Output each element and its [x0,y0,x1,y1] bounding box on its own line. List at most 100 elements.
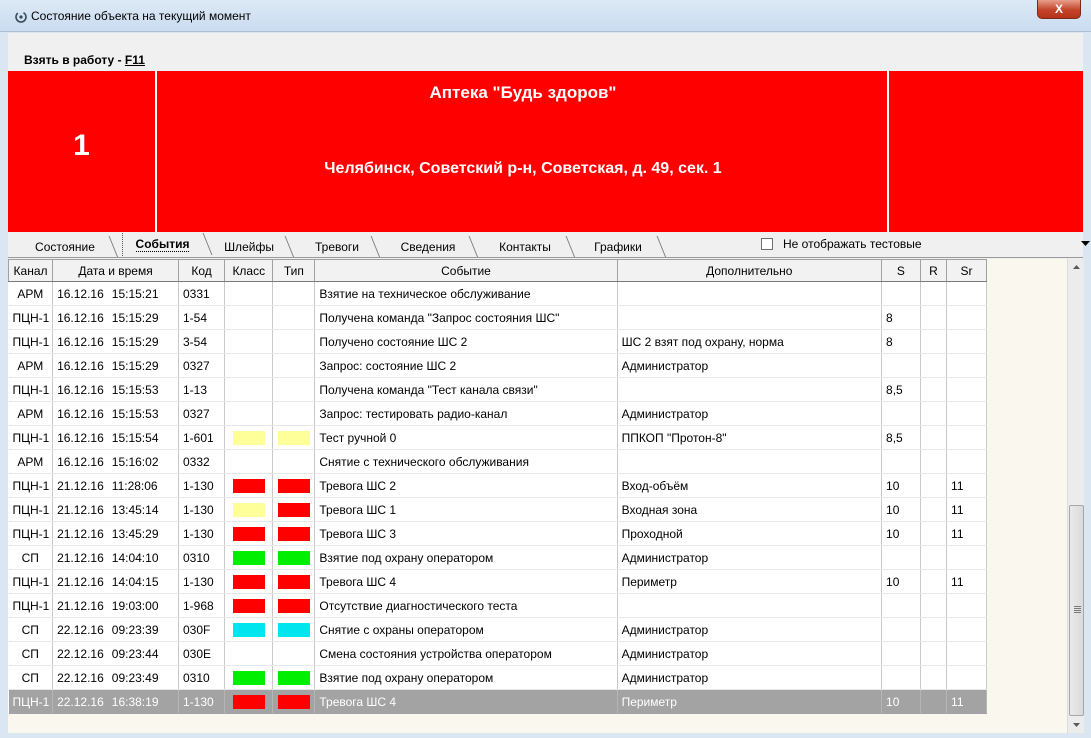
table-row[interactable]: ПЦН-1 22.12.16 16:38:19 1-130 Тревога ШС 4 Пе… [8,689,987,714]
tab-alarms[interactable]: Тревоги [304,236,370,258]
menu-bar: Взять в работу - F11 [8,50,1083,71]
tab-events[interactable]: События [122,233,202,258]
cell-type [272,473,316,498]
table-row[interactable]: ПЦН-1 21.12.16 13:45:29 1-130 Тревога ШС 3 Пр… [8,521,987,546]
col-header-event[interactable]: Событие [314,259,618,282]
col-header-channel[interactable]: Канал [8,259,54,282]
cell-sr: 11 [946,473,987,498]
cell-s: 8 [881,329,921,354]
vertical-scrollbar[interactable] [1067,259,1084,733]
cell-sr [946,425,987,450]
cell-time: 13:45:14 [111,502,159,517]
cell-extra [617,593,883,618]
cell-event: Тревога ШС 4 [314,689,618,714]
table-row[interactable]: СП 21.12.16 14:04:10 0310 Взятие под охрану … [8,545,987,570]
cell-extra: ППКОП "Протон-8" [617,425,883,450]
cell-class-swatch [232,550,265,565]
cell-time: 15:15:53 [111,382,159,397]
grip-line [1074,612,1081,613]
col-header-sr[interactable]: Sr [946,259,987,282]
cell-date: 21.12.16 [57,502,104,517]
cell-time: 15:15:29 [111,358,159,373]
table-row[interactable]: СП 22.12.16 09:23:49 0310 Взятие под охрану … [8,665,987,690]
cell-code: 1-601 [178,425,226,450]
table-row[interactable]: ПЦН-1 21.12.16 14:04:15 1-130 Тревога ШС 4 Пе… [8,569,987,594]
cell-code: 3-54 [178,329,226,354]
cell-class [224,641,274,666]
cell-r [920,449,948,474]
cell-type [272,353,316,378]
take-to-work-menu-item[interactable]: Взять в работу - F11 [24,53,145,67]
cell-type-swatch [277,574,310,589]
cell-sr [946,353,987,378]
table-row[interactable]: АРМ 16.12.16 15:16:02 0332 Снятие с техничес… [8,449,987,474]
table-row[interactable]: АРМ 16.12.16 15:15:53 0327 Запрос: тестирова… [8,401,987,426]
cell-type [272,569,316,594]
col-header-type[interactable]: Тип [272,259,316,282]
table-row[interactable]: СП 22.12.16 09:23:44 030E Смена состояния ус… [8,641,987,666]
cell-time: 14:04:15 [111,574,159,589]
grip-line [1074,608,1081,609]
cell-s [881,401,921,426]
tab-info[interactable]: Сведения [388,236,468,258]
cell-date: 22.12.16 [57,694,104,709]
table-row[interactable]: ПЦН-1 16.12.16 15:15:29 1-54 Получена команд… [8,305,987,330]
tab-loops[interactable]: Шлейфы [214,236,284,258]
cell-sr [946,377,987,402]
tab-charts[interactable]: Графики [580,236,656,258]
scroll-down-arrow-icon[interactable] [1068,716,1085,733]
cell-r [920,329,948,354]
table-row[interactable]: ПЦН-1 21.12.16 13:45:14 1-130 Тревога ШС 1 Вх… [8,497,987,522]
title-bar[interactable]: Состояние объекта на текущий момент X [0,0,1091,32]
cell-extra: ШС 2 взят под охрану, норма [617,329,883,354]
cell-event: Тревога ШС 4 [314,569,618,594]
table-row[interactable]: СП 22.12.16 09:23:39 030F Снятие с охраны оп… [8,617,987,642]
col-header-s[interactable]: S [881,259,921,282]
cell-extra [617,281,883,306]
cell-date: 16.12.16 [57,310,104,325]
object-state-window: Состояние объекта на текущий момент X Вз… [0,0,1091,738]
cell-class [224,329,274,354]
cell-datetime: 16.12.16 15:15:53 [52,401,179,426]
cell-date: 22.12.16 [57,646,104,661]
tab-label: Шлейфы [224,240,274,254]
cell-channel: АРМ [8,353,54,378]
cell-extra: Администратор [617,545,883,570]
table-row[interactable]: ПЦН-1 16.12.16 15:15:54 1-601 Тест ручной 0П… [8,425,987,450]
cell-s [881,353,921,378]
hide-test-checkbox[interactable] [761,238,773,250]
table-row[interactable]: ПЦН-1 21.12.16 19:03:00 1-968 Отсутствие диа… [8,593,987,618]
cell-date: 16.12.16 [57,406,104,421]
cell-datetime: 21.12.16 14:04:15 [52,569,179,594]
chevron-down-icon[interactable] [1080,237,1091,249]
close-button[interactable]: X [1037,0,1081,19]
cell-r [920,521,948,546]
cell-r [920,641,948,666]
cell-type-swatch [277,430,310,445]
table-row[interactable]: ПЦН-1 21.12.16 11:28:06 1-130 Тревога ШС 2 Вх… [8,473,987,498]
cell-code: 0332 [178,449,226,474]
cell-channel: ПЦН-1 [8,569,54,594]
col-header-datetime[interactable]: Дата и время [52,259,179,282]
cell-datetime: 21.12.16 19:03:00 [52,593,179,618]
tab-state[interactable]: Состояние [22,236,108,258]
scrollbar-thumb[interactable] [1069,505,1084,716]
col-header-class[interactable]: Класс [224,259,274,282]
events-grid[interactable]: Канал Дата и время Код Класс Тип Событие… [8,259,1067,733]
tab-contacts[interactable]: Контакты [485,236,565,258]
header-row: Канал Дата и время Код Класс Тип Событие… [8,259,987,282]
scroll-up-arrow-icon[interactable] [1068,259,1085,276]
cell-sr [946,641,987,666]
table-row[interactable]: ПЦН-1 16.12.16 15:15:29 3-54 Получено состоя… [8,329,987,354]
col-header-extra[interactable]: Дополнительно [616,259,883,282]
col-header-r[interactable]: R [919,259,948,282]
cell-code: 1-54 [178,305,226,330]
table-row[interactable]: ПЦН-1 16.12.16 15:15:53 1-13 Получена команд… [8,377,987,402]
cell-extra: Проходной [617,521,883,546]
cell-datetime: 16.12.16 15:15:53 [52,377,179,402]
table-row[interactable]: АРМ 16.12.16 15:15:29 0327 Запрос: состояние… [8,353,987,378]
col-header-code[interactable]: Код [177,259,226,282]
cell-code: 030E [178,641,226,666]
cell-date: 16.12.16 [57,454,104,469]
table-row[interactable]: АРМ 16.12.16 15:15:21 0331 Взятие на техниче… [8,281,987,306]
